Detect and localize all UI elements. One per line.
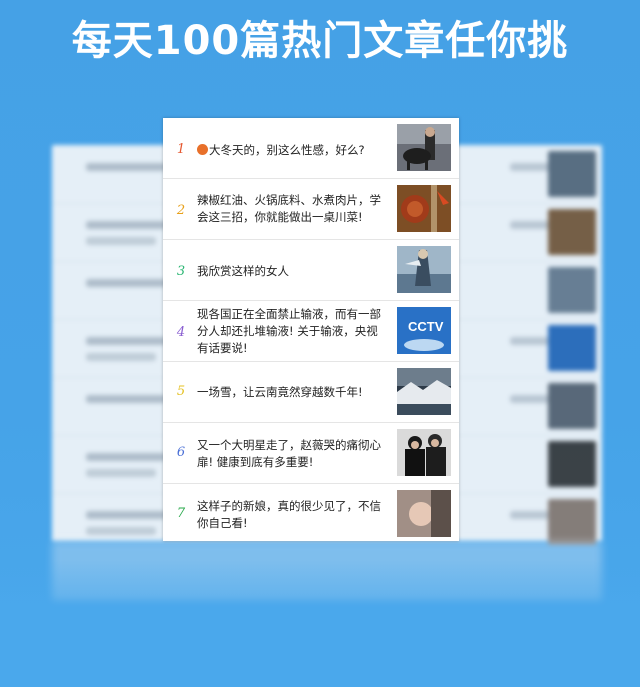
article-title: 我欣赏这样的女人 <box>197 264 289 278</box>
article-title: 又一个大明星走了，赵薇哭的痛彻心扉! 健康到底有多重要! <box>197 438 381 469</box>
list-item[interactable]: 7 这样子的新娘，真的很少见了，不信你自己看! <box>163 484 459 541</box>
article-title: 大冬天的，别这么性感，好么? <box>197 142 387 159</box>
cctv-logo-icon[interactable]: CCTV <box>397 307 451 354</box>
list-item[interactable]: 5 一场雪，让云南竟然穿越数千年! <box>163 362 459 423</box>
article-title: 现各国正在全面禁止输液，而有一部分人却还扎堆输液! 关于输液，央视有话要说! <box>197 307 381 355</box>
list-item[interactable]: 3 我欣赏这样的女人 <box>163 240 459 301</box>
rank-number: 6 <box>176 445 186 460</box>
rank-number: 7 <box>176 506 186 521</box>
rank-number: 5 <box>176 384 186 399</box>
rank-number: 4 <box>176 325 186 340</box>
bride-photo-icon[interactable] <box>397 490 451 537</box>
article-title: 这样子的新娘，真的很少见了，不信你自己看! <box>197 499 381 530</box>
people-photo-icon[interactable] <box>397 429 451 476</box>
dog-photo-icon[interactable] <box>397 124 451 171</box>
list-item[interactable]: 4 现各国正在全面禁止输液，而有一部分人却还扎堆输液! 关于输液，央视有话要说!… <box>163 301 459 362</box>
list-item[interactable]: 2 辣椒红油、火锅底料、水煮肉片，学会这三招，你就能做出一桌川菜! <box>163 179 459 240</box>
rank-number: 1 <box>176 142 186 157</box>
painting-photo-icon[interactable] <box>397 246 451 293</box>
cctv-label: CCTV <box>408 319 444 334</box>
article-title: 辣椒红油、火锅底料、水煮肉片，学会这三招，你就能做出一桌川菜! <box>197 193 381 224</box>
headline: 每天100篇热门文章任你挑 <box>71 18 569 64</box>
article-title: 一场雪，让云南竟然穿越数千年! <box>197 385 363 399</box>
list-item[interactable]: 1 大冬天的，别这么性感，好么? <box>163 118 459 179</box>
snow-landscape-icon[interactable] <box>397 368 451 415</box>
rank-number: 3 <box>176 264 186 279</box>
rank-number: 2 <box>176 203 186 218</box>
chili-photo-icon[interactable] <box>397 185 451 232</box>
article-list-card: 1 大冬天的，别这么性感，好么? 2 辣椒红油、火锅底料、水煮肉片，学会这三招，… <box>163 118 459 541</box>
bottom-fade <box>0 560 640 687</box>
hot-dot-icon <box>197 144 208 155</box>
list-item[interactable]: 6 又一个大明星走了，赵薇哭的痛彻心扉! 健康到底有多重要! <box>163 423 459 484</box>
